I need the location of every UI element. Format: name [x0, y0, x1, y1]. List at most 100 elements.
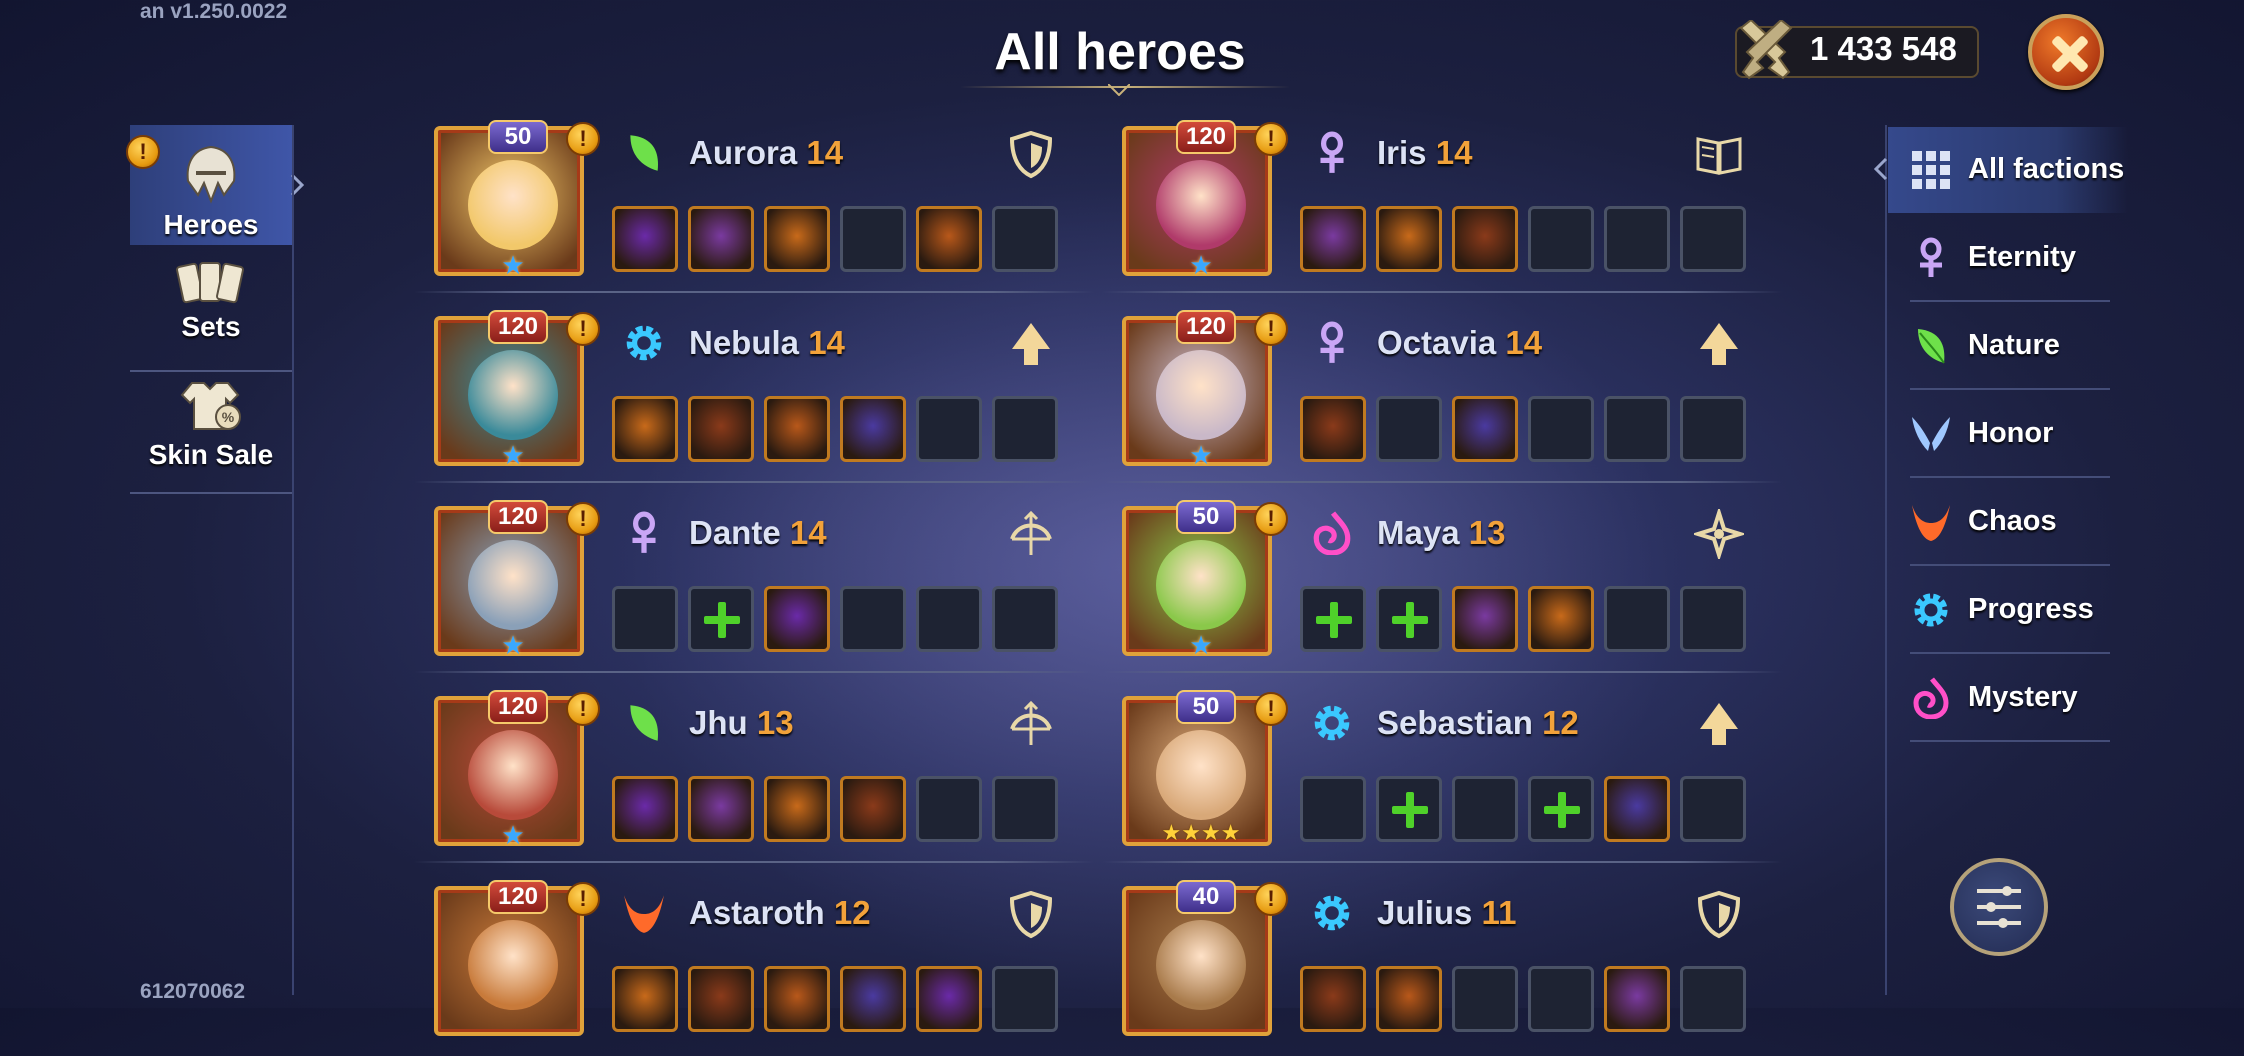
equipment-item[interactable] — [840, 776, 906, 842]
equipment-slot-empty[interactable] — [992, 966, 1058, 1032]
hero-card[interactable]: 120 ! Astaroth 12 — [434, 880, 1094, 1056]
hero-portrait[interactable]: 120 ★ ! — [434, 310, 600, 470]
equipment-item[interactable] — [1604, 776, 1670, 842]
faction-progress[interactable]: Progress — [1888, 567, 2128, 653]
equipment-available-plus-icon[interactable] — [1528, 776, 1594, 842]
equipment-item[interactable] — [764, 966, 830, 1032]
equipment-item[interactable] — [840, 966, 906, 1032]
equipment-item[interactable] — [1452, 206, 1518, 272]
equipment-slot-empty[interactable] — [992, 776, 1058, 842]
hero-portrait[interactable]: 120 ! — [434, 880, 600, 1036]
equipment-item[interactable] — [916, 966, 982, 1032]
tab-sets[interactable]: Sets — [130, 255, 292, 375]
faction-chaos[interactable]: Chaos — [1888, 479, 2128, 565]
equipment-item[interactable] — [1300, 206, 1366, 272]
equipment-item[interactable] — [1528, 586, 1594, 652]
hero-card[interactable]: 120 ★ ! Octavia 14 — [1122, 310, 1782, 486]
equipment-item[interactable] — [840, 396, 906, 462]
hero-card[interactable]: 120 ★ ! Iris 14 — [1122, 120, 1782, 296]
hero-portrait[interactable]: 120 ★ ! — [1122, 120, 1288, 280]
equipment-slot-empty[interactable] — [1680, 396, 1746, 462]
equipment-slots — [1300, 776, 1760, 846]
equipment-slot-empty[interactable] — [1604, 396, 1670, 462]
equipment-item[interactable] — [1376, 206, 1442, 272]
equipment-available-plus-icon[interactable] — [1376, 586, 1442, 652]
equipment-item[interactable] — [1452, 586, 1518, 652]
equipment-item[interactable] — [1300, 966, 1366, 1032]
equipment-slot-empty[interactable] — [1680, 966, 1746, 1032]
hero-portrait[interactable]: 120 ★ ! — [1122, 310, 1288, 470]
hero-card[interactable]: 50 ★ ! Maya 13 — [1122, 500, 1782, 676]
equipment-slot-empty[interactable] — [1300, 776, 1366, 842]
equipment-slot-empty[interactable] — [992, 396, 1058, 462]
equipment-item[interactable] — [688, 396, 754, 462]
equipment-item[interactable] — [764, 396, 830, 462]
equipment-item[interactable] — [764, 206, 830, 272]
equipment-slot-empty[interactable] — [992, 586, 1058, 652]
equipment-item[interactable] — [688, 776, 754, 842]
hero-color-rank: 14 — [808, 324, 845, 361]
crossed-swords-icon — [1739, 20, 1793, 80]
faction-nature[interactable]: Nature — [1888, 303, 2128, 389]
equipment-item[interactable] — [764, 586, 830, 652]
equipment-item[interactable] — [764, 776, 830, 842]
hero-portrait[interactable]: 50 ★ ! — [434, 120, 600, 280]
equipment-slot-empty[interactable] — [1528, 206, 1594, 272]
hero-card[interactable]: 120 ★ ! Nebula 14 — [434, 310, 1094, 486]
equipment-item[interactable] — [688, 966, 754, 1032]
filter-settings-button[interactable] — [1950, 858, 2048, 956]
hero-card[interactable]: 50 ★★★★ ! Sebastian 12 — [1122, 690, 1782, 866]
equipment-item[interactable] — [1376, 966, 1442, 1032]
faction-label: Mystery — [1968, 681, 2078, 713]
hero-card[interactable]: 120 ★ ! Dante 14 — [434, 500, 1094, 676]
hero-portrait[interactable]: 50 ★★★★ ! — [1122, 690, 1288, 846]
equipment-slot-empty[interactable] — [1528, 966, 1594, 1032]
row-divider — [414, 861, 1094, 863]
faction-all[interactable]: All factions — [1888, 127, 2128, 213]
equipment-slot-empty[interactable] — [1680, 586, 1746, 652]
hero-portrait[interactable]: 120 ★ ! — [434, 500, 600, 660]
equipment-slot-empty[interactable] — [992, 206, 1058, 272]
hero-card[interactable]: 40 ! Julius 11 — [1122, 880, 1782, 1056]
equipment-slot-empty[interactable] — [840, 206, 906, 272]
equipment-item[interactable] — [612, 206, 678, 272]
equipment-slot-empty[interactable] — [1604, 586, 1670, 652]
equipment-item[interactable] — [612, 396, 678, 462]
hero-portrait[interactable]: 50 ★ ! — [1122, 500, 1288, 660]
faction-eternity[interactable]: Eternity — [1888, 215, 2128, 301]
equipment-slot-empty[interactable] — [916, 396, 982, 462]
equipment-slot-empty[interactable] — [840, 586, 906, 652]
equipment-slot-empty[interactable] — [1376, 396, 1442, 462]
equipment-slot-empty[interactable] — [916, 586, 982, 652]
faction-honor[interactable]: Honor — [1888, 391, 2128, 477]
tab-skin-sale[interactable]: % Skin Sale — [130, 377, 292, 497]
hero-level-badge: 40 — [1176, 880, 1236, 914]
hero-card[interactable]: 120 ★ ! Jhu 13 — [434, 690, 1094, 866]
equipment-available-plus-icon[interactable] — [1300, 586, 1366, 652]
right-sidebar-border — [1885, 125, 1887, 995]
close-button[interactable] — [2028, 14, 2104, 90]
equipment-available-plus-icon[interactable] — [1376, 776, 1442, 842]
equipment-item[interactable] — [1452, 396, 1518, 462]
equipment-slot-empty[interactable] — [916, 776, 982, 842]
equipment-slot-empty[interactable] — [1452, 776, 1518, 842]
equipment-slot-empty[interactable] — [1528, 396, 1594, 462]
hero-card[interactable]: 50 ★ ! Aurora 14 — [434, 120, 1094, 296]
equipment-available-plus-icon[interactable] — [688, 586, 754, 652]
equipment-slot-empty[interactable] — [612, 586, 678, 652]
hero-portrait[interactable]: 40 ! — [1122, 880, 1288, 1036]
equipment-item[interactable] — [1604, 966, 1670, 1032]
equipment-item[interactable] — [612, 966, 678, 1032]
equipment-item[interactable] — [688, 206, 754, 272]
equipment-item[interactable] — [612, 776, 678, 842]
hero-portrait[interactable]: 120 ★ ! — [434, 690, 600, 850]
hero-face — [1156, 160, 1246, 250]
equipment-item[interactable] — [916, 206, 982, 272]
equipment-slot-empty[interactable] — [1604, 206, 1670, 272]
faction-mystery[interactable]: Mystery — [1888, 655, 2128, 741]
equipment-slot-empty[interactable] — [1680, 206, 1746, 272]
equipment-slot-empty[interactable] — [1680, 776, 1746, 842]
equipment-item[interactable] — [1300, 396, 1366, 462]
equipment-slot-empty[interactable] — [1452, 966, 1518, 1032]
hero-level-badge: 120 — [1176, 120, 1236, 154]
